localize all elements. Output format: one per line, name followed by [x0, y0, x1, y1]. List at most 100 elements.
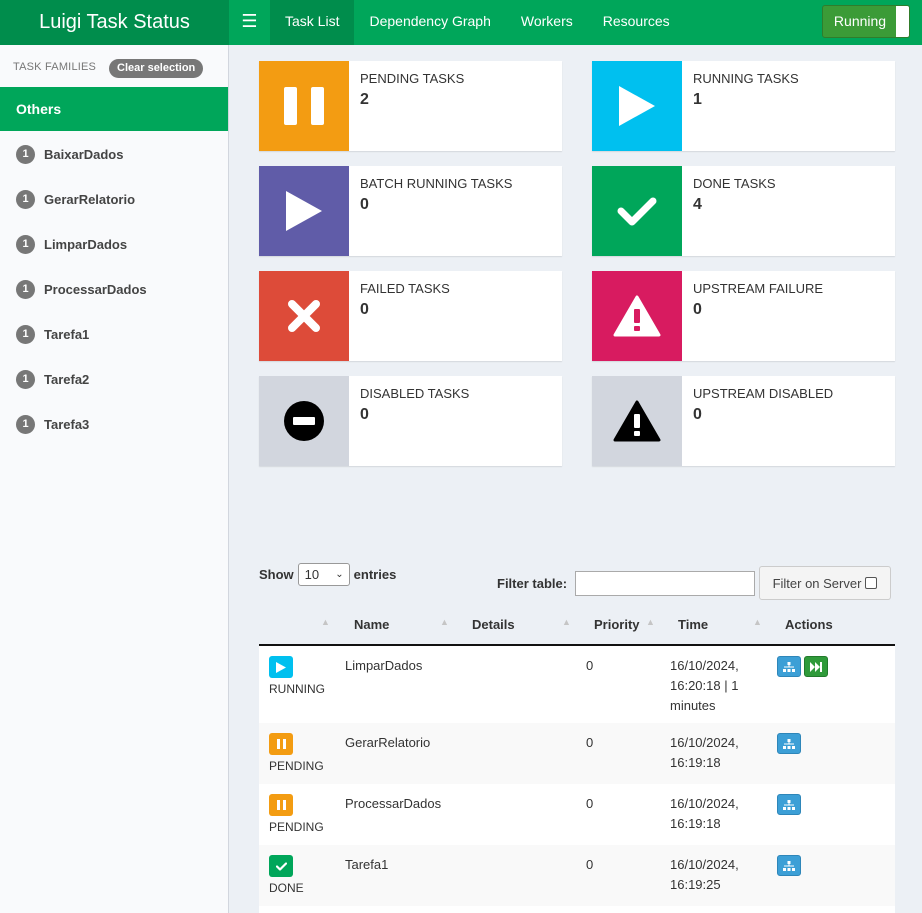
play-icon [269, 656, 293, 678]
main-nav: Task List Dependency Graph Workers Resou… [270, 0, 685, 45]
sort-icon[interactable]: ▲ [440, 617, 449, 627]
count-badge: 1 [16, 370, 35, 389]
sidebar-item-gerarrelatorio[interactable]: 1 GerarRelatorio [0, 177, 228, 222]
sidebar: TASK FAMILIES Clear selection Others 1 B… [0, 45, 229, 913]
running-toggle-label: Running [833, 13, 887, 29]
status-label: PENDING [269, 759, 324, 773]
sidebar-item-tarefa3[interactable]: 1 Tarefa3 [0, 402, 228, 447]
upstream-failure-box[interactable]: UPSTREAM FAILURE 0 [592, 271, 895, 361]
sort-icon[interactable]: ▲ [646, 617, 655, 627]
box-label: PENDING TASKS [360, 71, 465, 86]
pause-icon [269, 733, 293, 755]
box-count: 0 [693, 406, 702, 423]
task-time-date: 16/10/2024, [670, 735, 739, 750]
play-icon [592, 61, 682, 151]
filter-on-server-label: Filter on Server [772, 575, 862, 591]
column-details[interactable]: Details [472, 617, 515, 632]
task-priority: 0 [586, 857, 594, 872]
sort-icon[interactable]: ▲ [753, 617, 762, 627]
task-name: LimparDados [345, 658, 423, 673]
filter-on-server-checkbox[interactable] [865, 577, 878, 589]
failed-tasks-box[interactable]: FAILED TASKS 0 [259, 271, 562, 361]
status-label: DONE [269, 881, 304, 895]
sort-icon[interactable]: ▲ [562, 617, 571, 627]
task-time-clock: 16:20:18 | 1 [670, 678, 739, 693]
task-time-clock: 16:19:18 [670, 755, 721, 770]
tab-resources[interactable]: Resources [588, 0, 685, 45]
column-name[interactable]: Name [354, 617, 389, 632]
checkmark-icon [592, 166, 682, 256]
task-priority: 0 [586, 658, 594, 673]
column-actions[interactable]: Actions [785, 617, 833, 632]
task-time-date: 16/10/2024, [670, 796, 739, 811]
task-priority: 0 [586, 735, 594, 750]
box-label: FAILED TASKS [360, 281, 450, 296]
top-navbar: Luigi Task Status ☰ Task List Dependency… [0, 0, 922, 45]
dependency-graph-icon[interactable] [777, 855, 801, 876]
warning-icon [592, 271, 682, 361]
task-name: GerarRelatorio [345, 735, 431, 750]
menu-toggle-icon[interactable]: ☰ [229, 0, 270, 45]
count-badge: 1 [16, 415, 35, 434]
task-name: ProcessarDados [345, 796, 442, 811]
sidebar-item-label: Tarefa2 [44, 372, 90, 387]
checkmark-icon [269, 855, 293, 877]
sidebar-item-label: ProcessarDados [44, 282, 147, 297]
sidebar-item-tarefa2[interactable]: 1 Tarefa2 [0, 357, 228, 402]
box-label: RUNNING TASKS [693, 71, 799, 86]
status-label: RUNNING [269, 682, 325, 696]
entries-select[interactable]: 10 ⌄ [297, 563, 350, 586]
filter-input[interactable] [575, 571, 755, 596]
task-time-duration: minutes [670, 698, 716, 713]
fast-forward-icon[interactable] [804, 656, 828, 677]
warning-icon [592, 376, 682, 466]
clear-selection-button[interactable]: Clear selection [109, 59, 204, 78]
tab-dependency-graph[interactable]: Dependency Graph [354, 0, 505, 45]
running-toggle[interactable]: Running [822, 5, 910, 38]
app-title[interactable]: Luigi Task Status [0, 0, 229, 45]
box-count: 0 [360, 406, 369, 423]
filter-label: Filter table: [497, 576, 568, 591]
running-tasks-box[interactable]: RUNNING TASKS 1 [592, 61, 895, 151]
box-count: 2 [360, 91, 369, 108]
batch-running-tasks-box[interactable]: BATCH RUNNING TASKS 0 [259, 166, 562, 256]
table-row: PENDING GerarRelatorio 0 16/10/2024, 16:… [259, 723, 895, 784]
sort-icon[interactable]: ▲ [321, 617, 330, 627]
column-priority[interactable]: Priority [594, 617, 640, 632]
box-count: 0 [360, 301, 369, 318]
table-row: DONE Tarefa1 0 16/10/2024, 16:19:25 [259, 845, 895, 906]
pending-tasks-box[interactable]: PENDING TASKS 2 [259, 61, 562, 151]
sidebar-item-others[interactable]: Others [0, 87, 228, 131]
table-row [259, 906, 895, 913]
sidebar-item-label: LimparDados [44, 237, 128, 252]
tab-task-list[interactable]: Task List [270, 0, 355, 45]
filter-on-server-button[interactable]: Filter on Server [759, 566, 891, 600]
sidebar-heading: TASK FAMILIES [13, 61, 97, 73]
box-count: 1 [693, 91, 702, 108]
toggle-knob [896, 6, 909, 37]
task-name: Tarefa1 [345, 857, 389, 872]
upstream-disabled-box[interactable]: UPSTREAM DISABLED 0 [592, 376, 895, 466]
dependency-graph-icon[interactable] [777, 794, 801, 815]
sidebar-item-limpardados[interactable]: 1 LimparDados [0, 222, 228, 267]
sidebar-item-label: Tarefa1 [44, 327, 90, 342]
box-count: 0 [693, 301, 702, 318]
sidebar-item-baixardados[interactable]: 1 BaixarDados [0, 132, 228, 177]
pause-icon [259, 61, 349, 151]
disabled-tasks-box[interactable]: DISABLED TASKS 0 [259, 376, 562, 466]
dependency-graph-icon[interactable] [777, 733, 801, 754]
task-time-clock: 16:19:25 [670, 877, 721, 892]
dependency-graph-icon[interactable] [777, 656, 801, 677]
sidebar-item-tarefa1[interactable]: 1 Tarefa1 [0, 312, 228, 357]
status-label: PENDING [269, 820, 324, 834]
sidebar-item-processardados[interactable]: 1 ProcessarDados [0, 267, 228, 312]
task-time-date: 16/10/2024, [670, 658, 739, 673]
tab-workers[interactable]: Workers [506, 0, 588, 45]
page-length-control: Show 10 ⌄ entries [259, 563, 396, 586]
column-time[interactable]: Time [678, 617, 708, 632]
done-tasks-box[interactable]: DONE TASKS 4 [592, 166, 895, 256]
show-label: Show [259, 567, 294, 582]
box-label: DISABLED TASKS [360, 386, 470, 401]
table-header: ▲ Name ▲ Details ▲ Priority ▲ Time ▲ Act… [259, 607, 895, 646]
box-count: 4 [693, 196, 702, 213]
